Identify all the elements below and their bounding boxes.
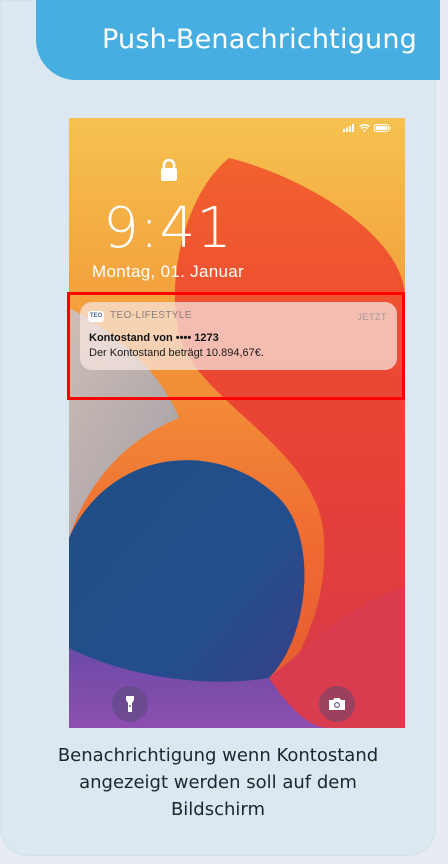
lock-icon — [161, 158, 177, 181]
lockscreen-time: 9:41 — [103, 196, 233, 261]
caption-line-1: Benachrichtigung wenn Kontostand — [57, 745, 379, 766]
cellular-signal-icon — [343, 124, 354, 132]
camera-button[interactable] — [319, 686, 355, 722]
status-bar — [343, 124, 391, 132]
wifi-icon — [359, 124, 370, 132]
battery-icon — [374, 124, 391, 132]
lockscreen-date: Montag, 01. Januar — [92, 262, 244, 281]
header-banner: Push-Benachrichtigung — [36, 0, 440, 80]
content-card: Push-Benachrichtigung 9:41 Montag, 01. J… — [0, 0, 440, 856]
notification-highlight-frame — [67, 292, 405, 400]
camera-icon — [329, 698, 345, 710]
flashlight-button[interactable] — [112, 686, 148, 722]
caption-line-2: angezeigt werden soll auf dem — [79, 772, 357, 793]
caption-line-3: Bildschirm — [170, 799, 266, 820]
flashlight-icon — [126, 696, 134, 712]
caption-text: Benachrichtigung wenn Kontostand angezei… — [20, 742, 416, 823]
header-title: Push-Benachrichtigung — [102, 24, 417, 55]
